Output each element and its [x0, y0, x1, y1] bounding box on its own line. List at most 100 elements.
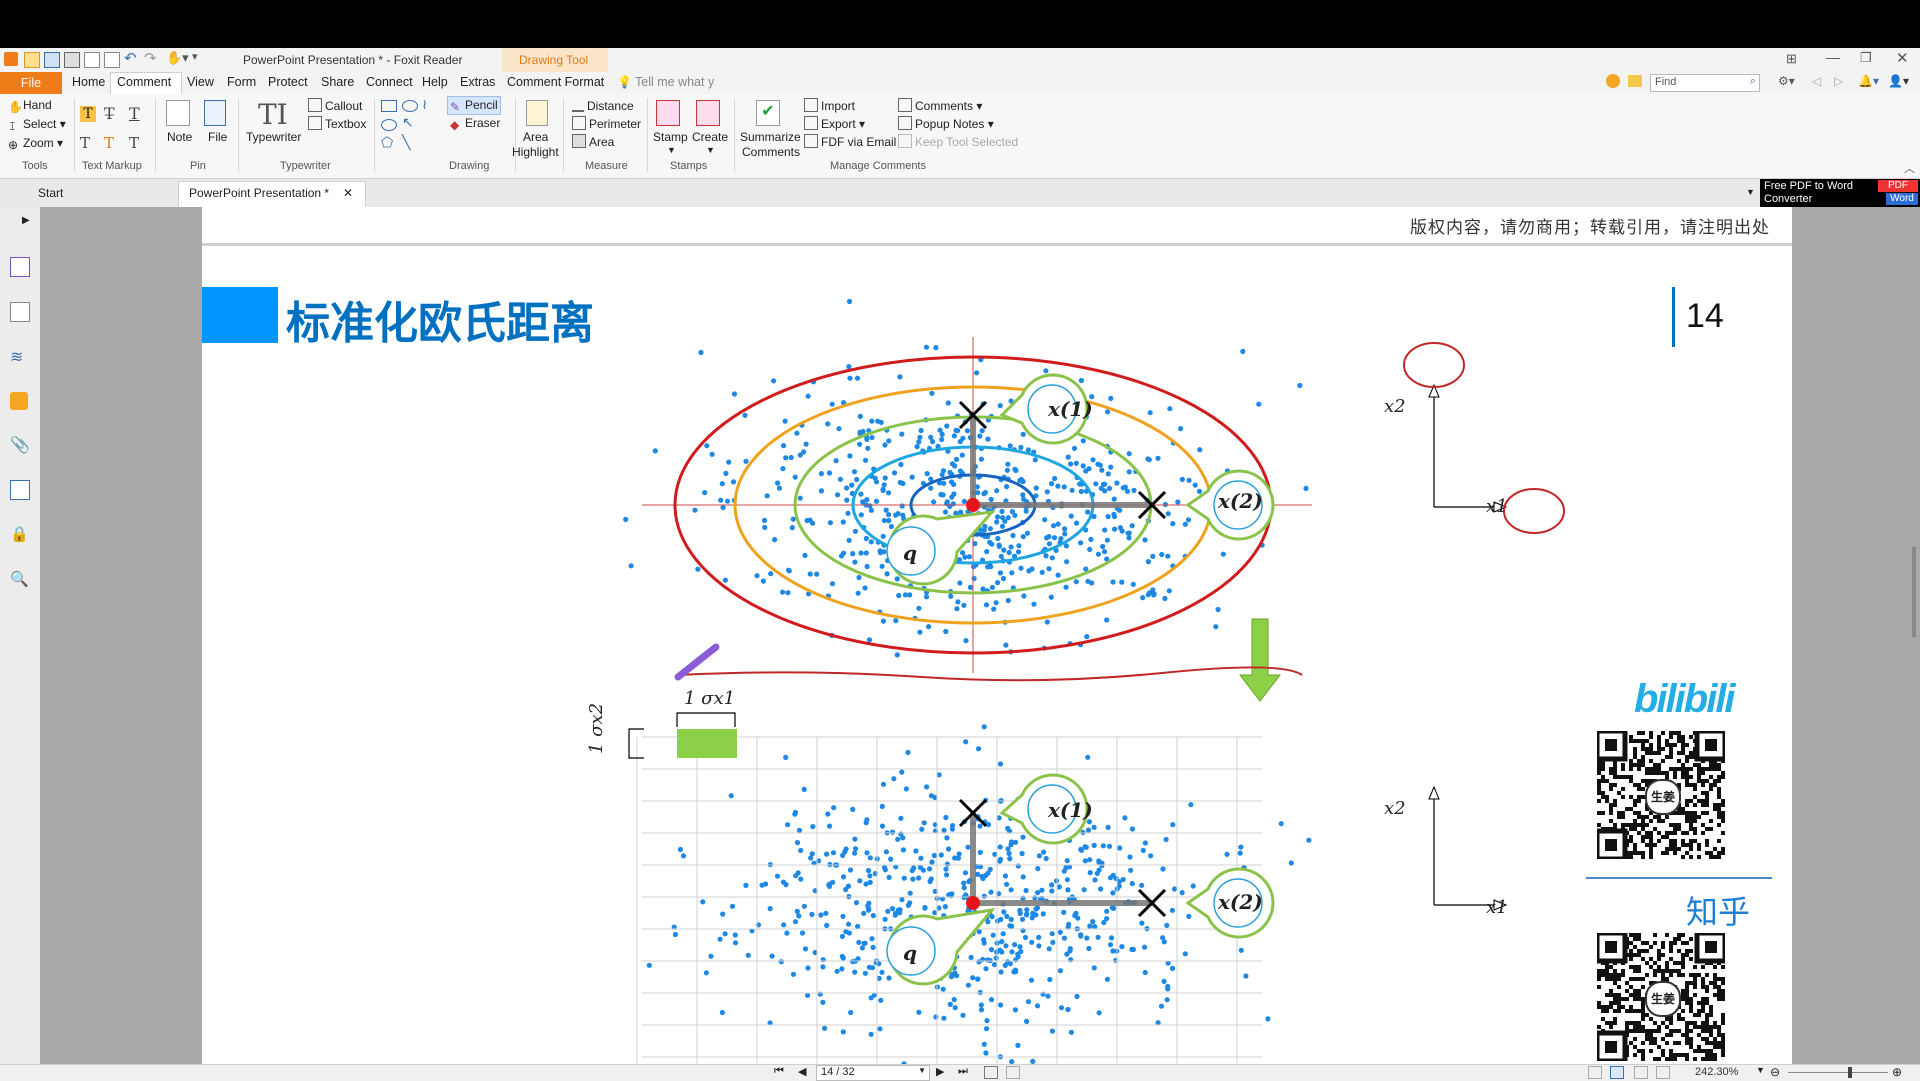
typewriter-label[interactable]: Typewriter — [246, 130, 301, 144]
forward-nav-icon[interactable]: ▷ — [1834, 74, 1843, 88]
menu-share[interactable]: Share — [321, 75, 354, 89]
context-tab-drawing-tool[interactable]: Drawing Tool — [519, 53, 588, 67]
account-icon[interactable]: 👤▾ — [1888, 74, 1909, 88]
distance-tool[interactable]: Distance — [572, 98, 634, 113]
note-icon[interactable] — [166, 100, 190, 126]
squiggly-icon[interactable]: T — [80, 134, 90, 152]
cloud-icon[interactable] — [381, 119, 397, 131]
collapse-ribbon-icon[interactable]: ︿ — [1904, 160, 1915, 176]
zoom-in-icon[interactable]: ⊕ — [1892, 1065, 1902, 1079]
chat-icon[interactable] — [1628, 75, 1642, 87]
tab-start[interactable]: Start — [0, 181, 178, 207]
popup-notes-tool[interactable]: Popup Notes ▾ — [898, 116, 994, 131]
export-tool[interactable]: Export ▾ — [804, 116, 865, 131]
strikeout-icon[interactable]: T̶ — [104, 104, 115, 123]
next-page-icon[interactable]: ▶ — [936, 1065, 944, 1078]
continuous-view-icon[interactable] — [1006, 1066, 1020, 1079]
blank-page-icon[interactable] — [104, 52, 120, 68]
zoom-slider-track[interactable] — [1788, 1072, 1888, 1073]
menu-protect[interactable]: Protect — [268, 75, 308, 89]
settings-icon[interactable]: ⚙▾ — [1778, 74, 1795, 88]
search-index-icon[interactable]: 🔍 — [10, 570, 29, 588]
create-dropdown-icon[interactable]: ▼ — [706, 145, 715, 155]
select-tool[interactable]: 𝙸 Select ▾ — [8, 117, 66, 133]
textbox-tool[interactable]: Textbox — [308, 116, 366, 131]
menu-home[interactable]: Home — [72, 75, 105, 89]
attachments-icon[interactable]: 📎 — [10, 435, 30, 454]
zoom-dropdown-icon[interactable]: ▼ — [1756, 1065, 1765, 1075]
arrow-icon[interactable]: ↖ — [402, 114, 414, 131]
create-stamp-icon[interactable] — [696, 100, 720, 126]
find-box[interactable]: Find ⌕ — [1650, 74, 1760, 92]
notification-icon[interactable]: 🔔▾ — [1858, 74, 1879, 88]
zoom-out-icon[interactable]: ⊖ — [1770, 1065, 1780, 1079]
line-icon[interactable]: ╲ — [402, 134, 410, 151]
save-icon[interactable] — [44, 52, 60, 68]
view-mode-3-icon[interactable] — [1634, 1066, 1648, 1079]
customize-icon[interactable]: ▾ — [192, 50, 198, 63]
close-window-icon[interactable]: ✕ — [1896, 49, 1909, 67]
tab-document[interactable]: PowerPoint Presentation * — [189, 181, 329, 207]
stamp-dropdown-icon[interactable]: ▼ — [667, 145, 676, 155]
undo-icon[interactable]: ↶ — [124, 49, 137, 67]
menu-file[interactable]: File — [0, 72, 62, 94]
zoom-level[interactable]: 242.30% — [1695, 1066, 1738, 1078]
hand-tool[interactable]: ✋Hand — [8, 98, 52, 114]
view-mode-1-icon[interactable] — [1588, 1066, 1602, 1079]
polyline-icon[interactable]: ≀ — [422, 96, 427, 113]
vertical-scrollbar-thumb[interactable] — [1912, 547, 1916, 637]
open-icon[interactable] — [24, 52, 40, 68]
note-label[interactable]: Note — [167, 130, 192, 144]
eraser-tool[interactable]: ◆ Eraser — [450, 116, 500, 132]
search-icon[interactable]: ⌕ — [1750, 75, 1756, 88]
menu-extras[interactable]: Extras — [460, 75, 495, 89]
zoom-slider-thumb[interactable] — [1848, 1067, 1852, 1078]
area-highlight-label-2[interactable]: Highlight — [512, 145, 559, 159]
security-lock-icon[interactable]: 🔒 — [10, 525, 29, 543]
first-page-icon[interactable]: ⏮ — [774, 1065, 784, 1078]
perimeter-tool[interactable]: Perimeter — [572, 116, 641, 131]
highlight-text-icon[interactable]: T — [80, 106, 96, 122]
underline-icon[interactable]: T — [129, 104, 140, 123]
summarize-label-1[interactable]: Summarize — [740, 130, 801, 144]
zoom-tool[interactable]: ⊕ Zoom ▾ — [8, 136, 63, 152]
comments-tool[interactable]: Comments ▾ — [898, 98, 982, 113]
feedback-icon[interactable] — [1606, 74, 1620, 88]
file-label[interactable]: File — [208, 130, 227, 144]
close-tab-icon[interactable]: ✕ — [343, 186, 353, 200]
fdf-email-tool[interactable]: FDF via Email — [804, 134, 896, 149]
restore-icon[interactable]: ❐ — [1860, 50, 1872, 66]
summarize-label-2[interactable]: Comments — [742, 145, 800, 159]
insert-text-icon[interactable]: T — [129, 134, 139, 152]
menu-help[interactable]: Help — [422, 75, 448, 89]
page-dropdown-icon[interactable]: ▼ — [918, 1066, 926, 1075]
menu-comment-format[interactable]: Comment Format — [507, 75, 604, 89]
comments-panel-icon[interactable] — [10, 392, 28, 410]
bookmarks-icon[interactable] — [10, 257, 30, 277]
menu-comment[interactable]: Comment — [117, 75, 171, 89]
polygon-icon[interactable]: ⬠ — [381, 134, 393, 151]
tell-me-input[interactable]: Tell me what y — [635, 75, 714, 89]
tab-list-dropdown-icon[interactable]: ▼ — [1746, 187, 1755, 197]
menu-connect[interactable]: Connect — [366, 75, 413, 89]
oval-icon[interactable] — [402, 100, 418, 112]
back-nav-icon[interactable]: ◁ — [1812, 74, 1821, 88]
callout-tool[interactable]: Callout — [308, 98, 362, 113]
ad-banner[interactable]: Free PDF to Word Converter PDF Word — [1760, 179, 1920, 207]
print-icon[interactable] — [64, 52, 80, 68]
view-mode-4-icon[interactable] — [1656, 1066, 1670, 1079]
redo-icon[interactable]: ↷ — [144, 49, 157, 67]
layers-icon[interactable]: ≋ — [10, 347, 28, 366]
last-page-icon[interactable]: ⏭ — [958, 1065, 968, 1078]
keep-tool-selected[interactable]: Keep Tool Selected — [898, 134, 1018, 149]
area-tool[interactable]: Area — [572, 134, 614, 149]
ribbon-layout-icon[interactable]: ⊞ — [1786, 51, 1797, 67]
menu-form[interactable]: Form — [227, 75, 256, 89]
menu-view[interactable]: View — [187, 75, 214, 89]
summarize-icon[interactable]: ✔ — [756, 100, 780, 126]
area-highlight-label-1[interactable]: Area — [523, 130, 548, 144]
signature-icon[interactable] — [10, 480, 30, 500]
single-page-view-icon[interactable] — [984, 1066, 998, 1079]
replace-text-icon[interactable]: T — [104, 134, 114, 152]
view-mode-2-icon[interactable] — [1610, 1066, 1624, 1079]
